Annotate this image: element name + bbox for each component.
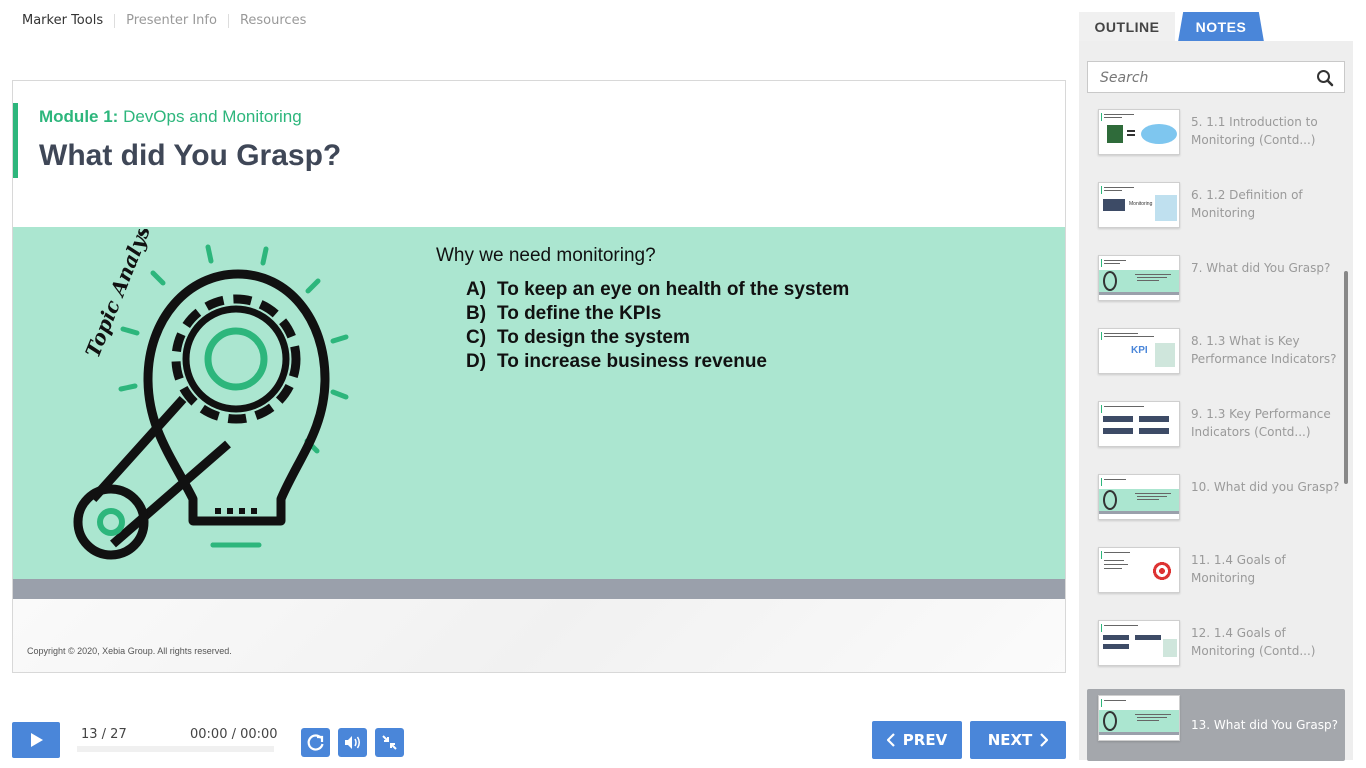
option-c: C) To design the system	[466, 327, 690, 348]
next-label: NEXT	[987, 731, 1033, 749]
list-item-label: 11. 1.4 Goals of Monitoring	[1191, 553, 1286, 585]
slide-canvas: Module 1: DevOps and Monitoring What did…	[12, 80, 1066, 673]
side-panel: OUTLINE NOTES Search 5. 1.1 Introduction…	[1079, 12, 1353, 761]
list-item[interactable]: Monitoring 6. 1.2 Definition of Monitori…	[1087, 176, 1345, 249]
presenter-info-link[interactable]: Presenter Info	[126, 13, 217, 28]
title-accent-bar	[13, 103, 18, 178]
module-heading: Module 1: DevOps and Monitoring	[39, 107, 302, 127]
prev-button[interactable]: PREV	[872, 721, 962, 759]
slide-thumbnail	[1098, 109, 1180, 155]
slide-thumbnail	[1098, 474, 1180, 520]
slide-title: What did You Grasp?	[39, 139, 342, 172]
list-item-label: 12. 1.4 Goals of Monitoring (Contd...)	[1191, 626, 1316, 658]
slide-outline-list: 5. 1.1 Introduction to Monitoring (Contd…	[1087, 103, 1348, 761]
volume-button[interactable]	[338, 728, 367, 757]
list-item[interactable]: 9. 1.3 Key Performance Indicators (Contd…	[1087, 395, 1345, 468]
list-item[interactable]: 5. 1.1 Introduction to Monitoring (Contd…	[1087, 103, 1345, 176]
list-item-active[interactable]: 13. What did You Grasp?	[1087, 689, 1345, 761]
answer-options: A) To keep an eye on health of the system…	[466, 278, 849, 374]
slide-thumbnail: KPI	[1098, 328, 1180, 374]
chevron-right-icon	[1040, 733, 1049, 747]
replay-button[interactable]	[301, 728, 330, 757]
slide-counter: 13 / 27	[81, 727, 127, 742]
list-item-label: 6. 1.2 Definition of Monitoring	[1191, 188, 1303, 220]
search-box[interactable]: Search	[1087, 61, 1345, 93]
menu-divider	[114, 13, 116, 28]
list-item-label: 13. What did You Grasp?	[1191, 718, 1338, 732]
option-a: A) To keep an eye on health of the system	[466, 279, 850, 300]
slide-thumbnail	[1098, 401, 1180, 447]
progress-bar[interactable]	[77, 746, 274, 752]
slide-thumbnail	[1098, 255, 1180, 301]
list-item[interactable]: 7. What did You Grasp?	[1087, 249, 1345, 322]
list-item[interactable]: 12. 1.4 Goals of Monitoring (Contd...)	[1087, 614, 1345, 687]
menu-divider	[227, 13, 229, 28]
slide-thumbnail	[1098, 620, 1180, 666]
prev-label: PREV	[902, 731, 948, 749]
chevron-left-icon	[886, 733, 895, 747]
list-item[interactable]: 11. 1.4 Goals of Monitoring	[1087, 541, 1345, 614]
search-icon[interactable]	[1316, 69, 1334, 87]
resources-link[interactable]: Resources	[240, 13, 306, 28]
list-item-label: 5. 1.1 Introduction to Monitoring (Contd…	[1191, 115, 1318, 147]
collapse-icon	[382, 735, 397, 750]
tab-notes[interactable]: NOTES	[1178, 12, 1264, 42]
slide-thumbnail: Monitoring	[1098, 182, 1180, 228]
outline-scrollbar[interactable]	[1344, 271, 1348, 484]
top-menu: Marker Tools Presenter Info Resources	[22, 13, 306, 28]
list-item[interactable]: KPI 8. 1.3 What is Key Performance Indic…	[1087, 322, 1345, 395]
play-icon	[31, 733, 43, 747]
list-item-label: 9. 1.3 Key Performance Indicators (Contd…	[1191, 407, 1331, 439]
slide-thumbnail	[1098, 547, 1180, 593]
slide-divider-strip	[13, 579, 1065, 599]
slide-thumbnail	[1098, 695, 1180, 741]
quiz-question: Why we need monitoring?	[436, 245, 656, 266]
replay-icon	[307, 734, 324, 751]
topic-analysis-illustration: Topic Analysis	[73, 229, 349, 560]
list-item-label: 10. What did you Grasp?	[1191, 480, 1340, 494]
tab-outline[interactable]: OUTLINE	[1079, 12, 1175, 42]
time-display: 00:00 / 00:00	[190, 727, 278, 742]
play-button[interactable]	[12, 722, 60, 758]
list-item[interactable]: 10. What did you Grasp?	[1087, 468, 1345, 541]
panel-tabs: OUTLINE NOTES	[1079, 12, 1353, 42]
copyright-text: Copyright © 2020, Xebia Group. All right…	[27, 646, 232, 656]
option-b: B) To define the KPIs	[466, 303, 662, 324]
marker-tools-link[interactable]: Marker Tools	[22, 13, 103, 28]
list-item-label: 8. 1.3 What is Key Performance Indicator…	[1191, 334, 1337, 366]
search-input[interactable]: Search	[1100, 70, 1148, 86]
collapse-button[interactable]	[375, 728, 404, 757]
volume-icon	[345, 736, 360, 749]
list-item-label: 7. What did You Grasp?	[1191, 261, 1331, 275]
module-label: Module 1:	[39, 107, 119, 126]
option-d: D) To increase business revenue	[466, 351, 767, 372]
module-name: DevOps and Monitoring	[123, 107, 302, 126]
slide-footer	[13, 599, 1065, 672]
next-button[interactable]: NEXT	[970, 721, 1066, 759]
player-window: Marker Tools Presenter Info Resources Mo…	[0, 0, 1366, 768]
outline-panel: Search 5. 1.1 Introduction to Monitoring…	[1079, 41, 1353, 761]
